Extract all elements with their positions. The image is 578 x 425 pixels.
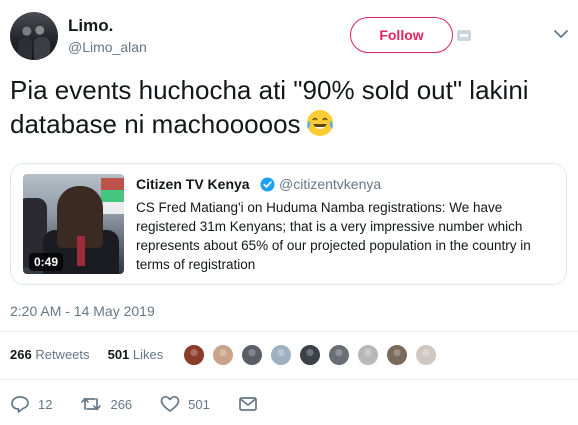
liker-avatar[interactable] xyxy=(182,343,206,367)
like-count: 501 xyxy=(188,396,210,412)
retweets-stat[interactable]: 266 Retweets xyxy=(10,347,90,362)
follow-options-icon[interactable] xyxy=(457,30,471,41)
liker-avatar[interactable] xyxy=(327,343,351,367)
engagement-stats: 266 Retweets 501 Likes xyxy=(10,347,163,362)
retweet-count: 266 xyxy=(110,396,133,412)
quoted-display-name[interactable]: Citizen TV Kenya xyxy=(136,176,250,192)
liker-avatar[interactable] xyxy=(240,343,264,367)
retweet-button[interactable]: 266 xyxy=(80,395,132,413)
tweet-text-content: Pia events huchocha ati "90% sold out" l… xyxy=(10,75,529,139)
video-thumbnail[interactable]: 0:49 xyxy=(23,174,124,274)
liker-avatar[interactable] xyxy=(385,343,409,367)
direct-message-button[interactable] xyxy=(238,396,266,412)
liker-avatar[interactable] xyxy=(211,343,235,367)
reply-button[interactable]: 12 xyxy=(10,395,52,413)
liker-avatar[interactable] xyxy=(414,343,438,367)
quoted-tweet-text: CS Fred Matiang'i on Huduma Namba regist… xyxy=(136,200,531,272)
thumbnail-flag xyxy=(101,178,124,214)
tweet-text: Pia events huchocha ati "90% sold out" l… xyxy=(10,73,566,141)
liker-avatar[interactable] xyxy=(356,343,380,367)
liker-avatars xyxy=(182,343,443,367)
quoted-handle[interactable]: @citizentvkenya xyxy=(279,176,381,192)
heart-icon xyxy=(160,395,180,412)
reply-icon xyxy=(11,396,29,413)
author-handle[interactable]: @Limo_alan xyxy=(68,39,147,55)
liker-avatar[interactable] xyxy=(298,343,322,367)
follow-button[interactable]: Follow xyxy=(350,17,453,53)
divider-bottom xyxy=(0,379,578,380)
verified-badge-icon xyxy=(260,177,275,192)
laughing-crying-emoji-icon xyxy=(306,110,333,136)
like-button[interactable]: 501 xyxy=(160,395,210,413)
chevron-down-icon[interactable] xyxy=(553,28,569,40)
author-avatar[interactable] xyxy=(10,12,58,60)
tweet-timestamp[interactable]: 2:20 AM - 14 May 2019 xyxy=(10,303,155,319)
likes-stat[interactable]: 501 Likes xyxy=(108,347,164,362)
video-duration-badge: 0:49 xyxy=(29,253,64,271)
author-display-name[interactable]: Limo. xyxy=(68,16,113,36)
thumbnail-tie xyxy=(77,236,85,266)
liker-avatar[interactable] xyxy=(269,343,293,367)
divider-top xyxy=(0,331,578,332)
envelope-icon xyxy=(239,397,257,411)
quoted-tweet[interactable]: 0:49 Citizen TV Kenya @citizentvkenya CS… xyxy=(10,163,567,285)
reply-count: 12 xyxy=(38,396,53,412)
retweet-icon xyxy=(81,397,102,411)
tweet-actions: 12 266 501 xyxy=(10,395,294,413)
